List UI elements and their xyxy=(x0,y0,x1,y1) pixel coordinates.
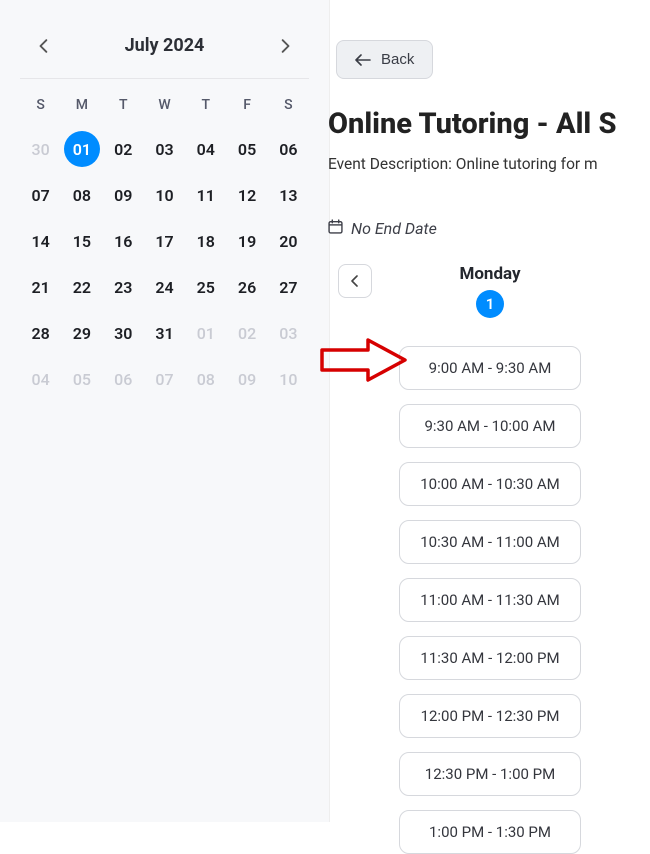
page-title: Online Tutoring - All S xyxy=(328,107,650,141)
selected-day-badge: 1 xyxy=(476,290,504,318)
calendar-prev-button[interactable] xyxy=(34,36,54,56)
calendar-day[interactable]: 03 xyxy=(268,313,309,353)
arrow-left-icon xyxy=(355,54,371,66)
time-slot-button[interactable]: 11:30 AM - 12:00 PM xyxy=(399,636,581,680)
calendar-dow: S xyxy=(20,97,61,123)
calendar-day[interactable]: 26 xyxy=(226,267,267,307)
calendar-icon xyxy=(328,219,343,238)
time-slot-button[interactable]: 9:30 AM - 10:00 AM xyxy=(399,404,581,448)
selected-day-name: Monday xyxy=(459,264,520,284)
calendar-day[interactable]: 10 xyxy=(268,359,309,399)
time-slot-button[interactable]: 10:30 AM - 11:00 AM xyxy=(399,520,581,564)
calendar-day[interactable]: 29 xyxy=(61,313,102,353)
calendar-day[interactable]: 11 xyxy=(185,175,226,215)
calendar-dow: T xyxy=(185,97,226,123)
back-button[interactable]: Back xyxy=(336,40,433,79)
calendar-day[interactable]: 14 xyxy=(20,221,61,261)
calendar-day[interactable]: 09 xyxy=(226,359,267,399)
calendar-day[interactable]: 02 xyxy=(103,129,144,169)
calendar-day[interactable]: 12 xyxy=(226,175,267,215)
calendar-day[interactable]: 28 xyxy=(20,313,61,353)
calendar-header: July 2024 xyxy=(20,35,309,79)
calendar-day[interactable]: 08 xyxy=(61,175,102,215)
time-slot-button[interactable]: 10:00 AM - 10:30 AM xyxy=(399,462,581,506)
calendar-day[interactable]: 09 xyxy=(103,175,144,215)
calendar-dow: F xyxy=(226,97,267,123)
calendar-day[interactable]: 15 xyxy=(61,221,102,261)
calendar-day[interactable]: 04 xyxy=(20,359,61,399)
calendar-day[interactable]: 10 xyxy=(144,175,185,215)
end-date-row: No End Date xyxy=(328,219,650,238)
calendar-day[interactable]: 18 xyxy=(185,221,226,261)
time-slot-button[interactable]: 1:00 PM - 1:30 PM xyxy=(399,810,581,854)
calendar-day[interactable]: 25 xyxy=(185,267,226,307)
calendar-day[interactable]: 30 xyxy=(20,129,61,169)
calendar-title: July 2024 xyxy=(125,35,205,56)
calendar-day[interactable]: 24 xyxy=(144,267,185,307)
calendar-day[interactable]: 27 xyxy=(268,267,309,307)
calendar-day[interactable]: 19 xyxy=(226,221,267,261)
calendar-day[interactable]: 01 xyxy=(185,313,226,353)
chevron-left-icon xyxy=(351,275,359,287)
calendar-day[interactable]: 30 xyxy=(103,313,144,353)
calendar-day[interactable]: 23 xyxy=(103,267,144,307)
calendar-dow: T xyxy=(103,97,144,123)
calendar-day[interactable]: 07 xyxy=(20,175,61,215)
calendar-day[interactable]: 22 xyxy=(61,267,102,307)
calendar-day[interactable]: 01 xyxy=(64,131,100,167)
event-description: Event Description: Online tutoring for m xyxy=(328,155,650,173)
calendar-day[interactable]: 05 xyxy=(226,129,267,169)
back-label: Back xyxy=(381,51,414,68)
calendar-day[interactable]: 03 xyxy=(144,129,185,169)
chevron-left-icon xyxy=(39,39,49,53)
calendar-day[interactable]: 07 xyxy=(144,359,185,399)
no-end-date-label: No End Date xyxy=(351,219,437,238)
day-selector: Monday 1 xyxy=(330,264,650,318)
detail-panel: Back Online Tutoring - All S Event Descr… xyxy=(330,0,650,822)
calendar-day[interactable]: 04 xyxy=(185,129,226,169)
calendar-day[interactable]: 16 xyxy=(103,221,144,261)
calendar-day[interactable]: 08 xyxy=(185,359,226,399)
calendar-dow: M xyxy=(61,97,102,123)
time-slot-button[interactable]: 12:00 PM - 12:30 PM xyxy=(399,694,581,738)
calendar-day[interactable]: 20 xyxy=(268,221,309,261)
calendar-dow: S xyxy=(268,97,309,123)
time-slot-button[interactable]: 11:00 AM - 11:30 AM xyxy=(399,578,581,622)
calendar-dow: W xyxy=(144,97,185,123)
time-slot-button[interactable]: 9:00 AM - 9:30 AM xyxy=(399,346,581,390)
calendar-day[interactable]: 17 xyxy=(144,221,185,261)
calendar-day[interactable]: 06 xyxy=(103,359,144,399)
calendar-day[interactable]: 13 xyxy=(268,175,309,215)
calendar-day[interactable]: 05 xyxy=(61,359,102,399)
calendar-grid: SMTWTFS300102030405060708091011121314151… xyxy=(20,79,309,399)
time-slot-button[interactable]: 12:30 PM - 1:00 PM xyxy=(399,752,581,796)
calendar-day[interactable]: 06 xyxy=(268,129,309,169)
time-slots-list: 9:00 AM - 9:30 AM 9:30 AM - 10:00 AM 10:00… xyxy=(330,346,650,854)
calendar-next-button[interactable] xyxy=(275,36,295,56)
calendar-day[interactable]: 21 xyxy=(20,267,61,307)
day-prev-button[interactable] xyxy=(338,264,372,298)
chevron-right-icon xyxy=(280,39,290,53)
calendar-day[interactable]: 02 xyxy=(226,313,267,353)
calendar-panel: July 2024 SMTWTFS30010203040506070809101… xyxy=(0,0,330,822)
calendar-day[interactable]: 31 xyxy=(144,313,185,353)
